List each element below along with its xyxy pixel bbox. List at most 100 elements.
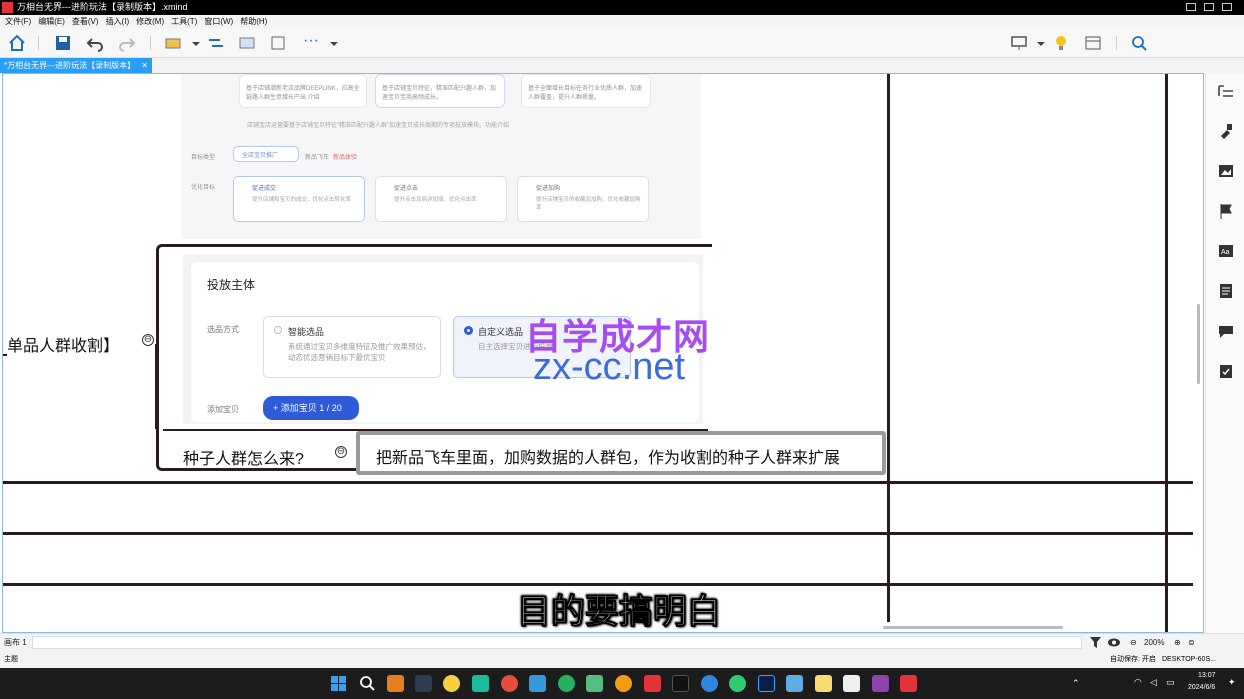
app-icon[interactable] <box>387 675 404 692</box>
zoom-level[interactable]: 200% <box>1144 634 1164 652</box>
topic-parent[interactable]: 单品人群收割】 <box>7 332 119 356</box>
embedded-screenshot-top: 基于店铺潮新老流品牌DEEPLINK，拉高全链路人群生意增长产出 介绍 基于店铺… <box>181 74 701 239</box>
outline-view-icon[interactable] <box>1084 34 1102 52</box>
search-icon[interactable] <box>1130 34 1148 52</box>
edge-icon[interactable] <box>701 675 718 692</box>
presentation-icon[interactable] <box>1010 34 1028 52</box>
app-icon[interactable] <box>472 675 489 692</box>
restore-icon[interactable] <box>1204 3 1214 11</box>
close-tab-icon[interactable]: ✕ <box>141 58 148 73</box>
chevron-up-icon[interactable]: ⌃ <box>1072 678 1080 689</box>
menu-window[interactable]: 窗口(W) <box>204 15 233 28</box>
menu-help[interactable]: 帮助(H) <box>240 15 267 28</box>
vertical-scrollbar[interactable] <box>1197 304 1200 384</box>
notification-icon[interactable]: ✦ <box>1228 677 1236 688</box>
redo-icon[interactable] <box>118 34 136 52</box>
menu-bar: 文件(F) 编辑(E) 查看(V) 插入(I) 修改(M) 工具(T) 窗口(W) 帮助(H) <box>0 15 1244 28</box>
toolbar-divider <box>150 36 151 50</box>
clock-time[interactable]: 13:07 <box>1198 672 1216 679</box>
home-icon[interactable] <box>8 34 26 52</box>
topic-icon[interactable] <box>165 34 183 52</box>
zoom-out-icon[interactable]: ⊖ <box>1130 634 1137 652</box>
qq-icon[interactable] <box>672 675 689 692</box>
eye-icon[interactable] <box>1108 637 1120 648</box>
close-window-icon[interactable] <box>1222 3 1232 11</box>
battery-icon[interactable]: ▭ <box>1166 677 1175 688</box>
folder-icon[interactable] <box>815 675 832 692</box>
notes-icon[interactable] <box>1218 283 1234 299</box>
lightbulb-icon[interactable] <box>1052 34 1070 52</box>
app-icon[interactable] <box>443 675 460 692</box>
goal-title: 促进加购 <box>536 186 561 192</box>
fit-icon[interactable]: ⊜ <box>1188 634 1195 652</box>
embedded-card: 基于店铺宝贝特征，精准匹配兴趣人群，加速宝贝宝商高频成长。 <box>375 74 505 108</box>
app-icon[interactable] <box>529 675 546 692</box>
boundary-icon[interactable] <box>270 34 288 52</box>
summary-icon[interactable] <box>238 34 256 52</box>
save-icon[interactable] <box>54 34 72 52</box>
sheet-tab[interactable]: 画布 1 <box>4 634 27 652</box>
topic-child[interactable]: 种子人群怎么来? <box>183 445 304 469</box>
filter-icon[interactable] <box>1090 637 1101 648</box>
flag-icon[interactable] <box>1218 203 1234 219</box>
ai-icon[interactable] <box>872 675 889 692</box>
app-icon[interactable] <box>415 675 432 692</box>
search-icon[interactable] <box>359 675 376 692</box>
clock-date[interactable]: 2024/6/6 <box>1188 684 1215 691</box>
mindmap-canvas[interactable]: 基于店铺潮新老流品牌DEEPLINK，拉高全链路人群生意增长产出 介绍 基于店铺… <box>2 73 1204 633</box>
menu-file[interactable]: 文件(F) <box>5 15 31 28</box>
embedded-card: 基于全面增长目标任务行业优质人群，加速人群覆盖，提升人群质量。 <box>521 74 651 108</box>
chrome-icon[interactable] <box>615 675 632 692</box>
chevron-down-icon[interactable] <box>325 34 343 52</box>
undo-icon[interactable] <box>86 34 104 52</box>
xmind-active-icon[interactable] <box>900 675 917 692</box>
start-icon[interactable] <box>330 675 347 692</box>
volume-icon[interactable]: ◁ <box>1150 677 1157 688</box>
comment-icon[interactable] <box>1218 323 1234 339</box>
goal-label: 优化目标 <box>191 185 216 191</box>
bottom-strip: 主题 自动保存: 开启 DESKTOP-60S... <box>0 651 1244 668</box>
app-icon[interactable] <box>843 675 860 692</box>
embedded-card-text: 基于店铺宝贝特征，精准匹配兴趣人群，加速宝贝宝商高频成长。 <box>382 86 497 101</box>
goal-desc: 提升点击及商详加填，优化点击率 <box>394 197 477 203</box>
collapse-icon[interactable]: ⊖ <box>335 446 347 458</box>
embedded-card-text: 基于店铺潮新老流品牌DEEPLINK，拉高全链路人群生意增长产出 介绍 <box>246 86 360 101</box>
app-icon[interactable] <box>786 675 803 692</box>
new-badge: 新品体验 <box>333 155 358 161</box>
menu-view[interactable]: 查看(V) <box>72 15 99 28</box>
callout-text: 把新品飞车里面，加购数据的人群包，作为收割的种子人群来扩展 <box>376 450 841 467</box>
connector-line <box>155 344 157 429</box>
photoshop-icon[interactable] <box>758 675 775 692</box>
goal-title: 促进成交 <box>252 186 277 192</box>
menu-tools[interactable]: 工具(T) <box>171 15 197 28</box>
wifi-icon[interactable]: ◠ <box>1134 677 1142 688</box>
chevron-down-icon[interactable] <box>187 34 205 52</box>
collapse-icon[interactable]: ⊖ <box>142 334 154 346</box>
app-icon[interactable] <box>586 675 603 692</box>
zoom-in-icon[interactable]: ⊕ <box>1174 634 1181 652</box>
relationship-icon[interactable] <box>207 34 225 52</box>
menu-insert[interactable]: 插入(I) <box>106 15 130 28</box>
font-icon[interactable]: Aa <box>1218 243 1234 259</box>
task-icon[interactable] <box>1218 363 1234 379</box>
minimize-icon[interactable] <box>1186 3 1196 11</box>
xmind-icon[interactable] <box>644 675 661 692</box>
menu-edit[interactable]: 编辑(E) <box>38 15 65 28</box>
callout-topic[interactable]: 把新品飞车里面，加购数据的人群包，作为收割的种子人群来扩展 <box>356 431 886 475</box>
chevron-down-icon[interactable] <box>1032 34 1050 52</box>
target-option: 全店宝贝推广 <box>233 146 299 162</box>
toolbar: ··· <box>0 28 1244 58</box>
target-type-label: 目标类型 <box>191 155 216 161</box>
format-brush-icon[interactable] <box>1218 123 1234 139</box>
outline-icon[interactable] <box>1218 83 1234 99</box>
image-icon[interactable] <box>1218 163 1234 179</box>
window-title: 万相台无界---进阶玩法【录制版本】.xmind <box>17 2 188 12</box>
more-button[interactable]: ··· <box>303 33 321 52</box>
horizontal-scrollbar[interactable] <box>883 626 1063 629</box>
tab-document[interactable]: *万相台无界---进阶玩法【录制版本】 ✕ <box>0 58 152 73</box>
app-icon[interactable] <box>558 675 575 692</box>
grid-line <box>3 532 1193 535</box>
app-icon[interactable] <box>501 675 518 692</box>
wechat-icon[interactable] <box>729 675 746 692</box>
menu-modify[interactable]: 修改(M) <box>136 15 164 28</box>
